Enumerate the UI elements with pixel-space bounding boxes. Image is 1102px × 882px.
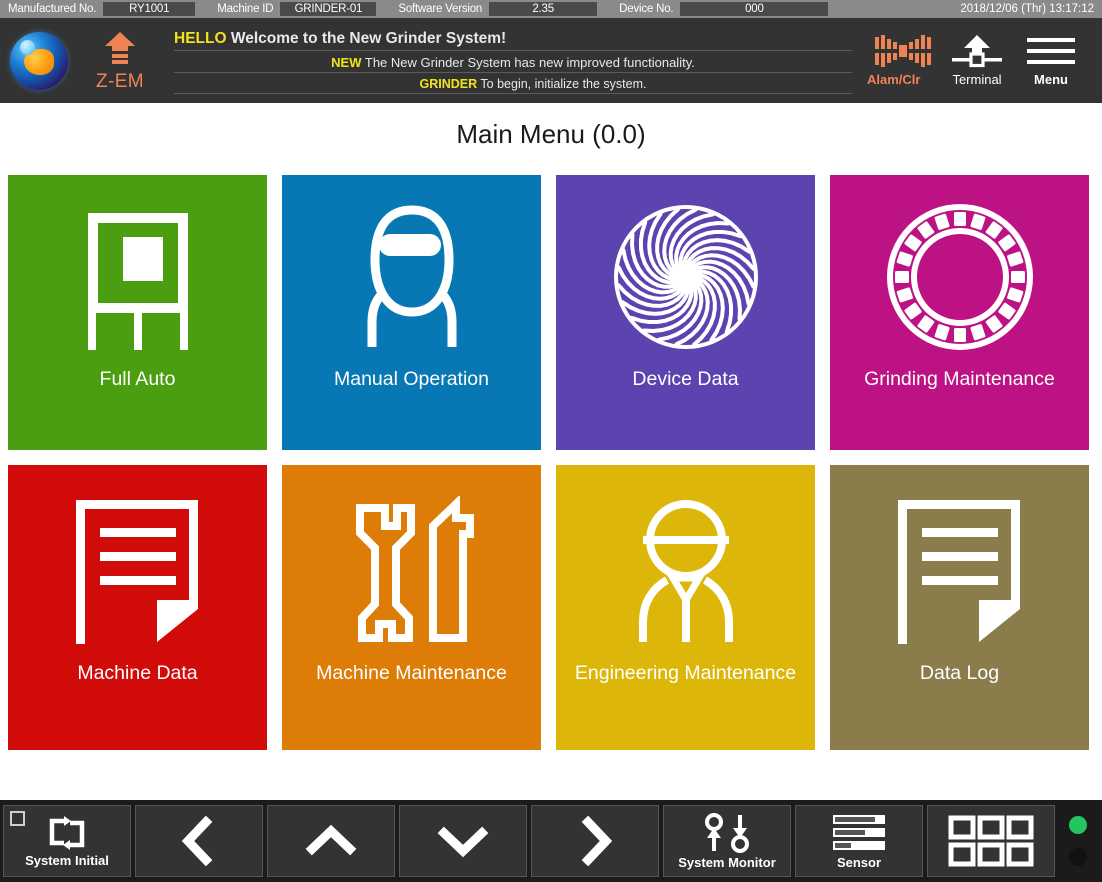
- page-title: Main Menu (0.0): [0, 103, 1102, 165]
- ticker-tag-new: NEW: [331, 55, 361, 70]
- chevron-left-icon: [177, 816, 221, 866]
- ticker-tag-grinder: GRINDER: [420, 77, 478, 91]
- message-ticker: HELLO Welcome to the New Grinder System!…: [174, 22, 852, 100]
- refresh-loop-icon: [44, 815, 90, 851]
- ticker-text-new: The New Grinder System has new improved …: [365, 55, 695, 70]
- turbine-spiral-icon: [611, 197, 761, 357]
- system-monitor-label: System Monitor: [678, 855, 776, 870]
- nav-right-button[interactable]: [531, 805, 659, 877]
- tile-machine-maintenance[interactable]: Machine Maintenance: [282, 465, 541, 750]
- tile-label: Device Data: [626, 367, 744, 391]
- grid-squares-icon: [947, 814, 1035, 868]
- level-bars-icon: [831, 813, 887, 853]
- document-lines-icon: [892, 491, 1027, 651]
- status-label-device-no: Device No.: [615, 3, 680, 15]
- top-status-bar: Manufactured No. RY1001 Machine ID GRIND…: [0, 0, 1102, 18]
- status-value-manufactured-no: RY1001: [103, 2, 195, 16]
- led-indicator-group: [1069, 816, 1087, 866]
- up-arrow-stack-icon: [100, 29, 140, 69]
- ticker-row-new: NEW The New Grinder System has new impro…: [174, 55, 852, 73]
- terminal-upload-icon: [949, 34, 1005, 68]
- app-logo: [0, 32, 78, 90]
- tile-engineering-maintenance[interactable]: Engineering Maintenance: [556, 465, 815, 750]
- nav-down-button[interactable]: [399, 805, 527, 877]
- tile-device-data[interactable]: Device Data: [556, 175, 815, 450]
- tile-label: Grinding Maintenance: [858, 367, 1061, 391]
- status-value-machine-id: GRINDER-01: [280, 2, 376, 16]
- grid-view-button[interactable]: [927, 805, 1055, 877]
- tile-label: Full Auto: [94, 367, 182, 391]
- tile-label: Machine Maintenance: [310, 661, 513, 685]
- main-menu-grid: Full Auto Manual Operation: [8, 175, 1094, 750]
- tile-label: Machine Data: [71, 661, 203, 685]
- status-led-green: [1069, 816, 1087, 834]
- hmi-screen: Manufactured No. RY1001 Machine ID GRIND…: [0, 0, 1102, 882]
- alarm-clear-button[interactable]: Alam/Clr: [866, 25, 940, 97]
- tile-manual-operation[interactable]: Manual Operation: [282, 175, 541, 450]
- header-button-group: Alam/Clr Terminal: [866, 25, 1102, 97]
- status-label-manufactured-no: Manufactured No.: [4, 3, 103, 15]
- tile-grinding-maintenance[interactable]: Grinding Maintenance: [830, 175, 1089, 450]
- system-initial-checkbox[interactable]: [10, 811, 25, 826]
- system-initial-button[interactable]: System Initial: [3, 805, 131, 877]
- system-monitor-button[interactable]: System Monitor: [663, 805, 791, 877]
- hamburger-icon: [1024, 34, 1078, 68]
- alarm-clear-label: Alam/Clr: [867, 72, 920, 87]
- updown-arrows-icon: [701, 813, 753, 853]
- menu-label: Menu: [1034, 72, 1068, 87]
- status-value-device-no: 000: [680, 2, 828, 16]
- terminal-label: Terminal: [952, 72, 1001, 87]
- tile-machine-data[interactable]: Machine Data: [8, 465, 267, 750]
- chevron-up-icon: [305, 819, 357, 863]
- wrench-screwdriver-icon: [337, 491, 487, 651]
- engineer-person-icon: [611, 491, 761, 651]
- nav-up-button[interactable]: [267, 805, 395, 877]
- chevron-down-icon: [437, 819, 489, 863]
- waveform-icon: [873, 34, 933, 68]
- menu-button[interactable]: Menu: [1014, 25, 1088, 97]
- terminal-button[interactable]: Terminal: [940, 25, 1014, 97]
- zem-brand-button[interactable]: Z-EM: [78, 29, 162, 93]
- system-initial-label: System Initial: [25, 853, 109, 868]
- chevron-right-icon: [573, 816, 617, 866]
- ticker-text-grinder: To begin, initialize the system.: [480, 77, 646, 91]
- tile-label: Data Log: [914, 661, 1005, 685]
- document-lines-icon: [70, 491, 205, 651]
- ticker-row-hello: HELLO Welcome to the New Grinder System!: [174, 30, 852, 51]
- sensor-button[interactable]: Sensor: [795, 805, 923, 877]
- sensor-label: Sensor: [837, 855, 881, 870]
- bearing-ring-icon: [885, 197, 1035, 357]
- status-datetime: 2018/12/06 (Thr) 13:17:12: [960, 0, 1094, 18]
- status-label-software-version: Software Version: [394, 3, 489, 15]
- welder-mask-icon: [342, 197, 482, 357]
- tile-label: Manual Operation: [328, 367, 495, 391]
- tile-label: Engineering Maintenance: [569, 661, 802, 685]
- status-value-software-version: 2.35: [489, 2, 597, 16]
- ticker-row-grinder: GRINDER To begin, initialize the system.: [174, 77, 852, 94]
- company-logo-icon: [10, 32, 68, 90]
- status-led-off: [1069, 848, 1087, 866]
- zem-label: Z-EM: [96, 71, 144, 93]
- ticker-text-hello: Welcome to the New Grinder System!: [231, 30, 506, 47]
- machine-frame-icon: [68, 197, 208, 357]
- ticker-tag-hello: HELLO: [174, 30, 227, 47]
- tile-data-log[interactable]: Data Log: [830, 465, 1089, 750]
- tile-full-auto[interactable]: Full Auto: [8, 175, 267, 450]
- status-label-machine-id: Machine ID: [213, 3, 280, 15]
- bottom-toolbar: System Initial: [0, 800, 1102, 882]
- header-bar: Z-EM HELLO Welcome to the New Grinder Sy…: [0, 18, 1102, 103]
- nav-left-button[interactable]: [135, 805, 263, 877]
